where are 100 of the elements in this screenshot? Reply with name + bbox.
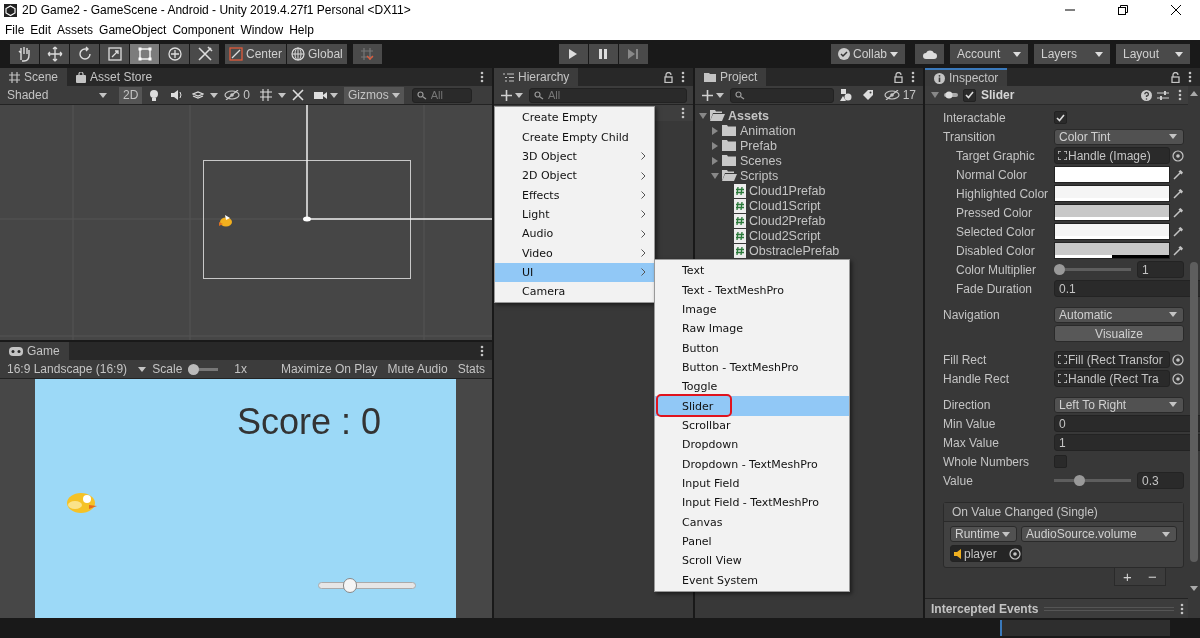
layers-dropdown[interactable]: Layers: [1034, 44, 1110, 64]
expand-arrow-icon[interactable]: [711, 156, 719, 165]
search-field[interactable]: All: [411, 87, 472, 103]
dropdown[interactable]: Color Tint: [1054, 128, 1184, 145]
menu-item[interactable]: Audio: [495, 224, 654, 244]
color-field[interactable]: [1054, 204, 1170, 221]
object-picker-icon[interactable]: [1172, 372, 1184, 385]
menu-item[interactable]: GameObject: [96, 23, 170, 37]
visualize-button[interactable]: Visualize: [1054, 325, 1184, 342]
more-icon[interactable]: [681, 71, 685, 83]
tool-button[interactable]: [70, 44, 99, 64]
number-field[interactable]: 0.1: [1054, 280, 1200, 297]
expand-arrow-icon[interactable]: [711, 141, 719, 150]
menu-item[interactable]: Light: [495, 204, 654, 225]
menu-item[interactable]: Camera: [495, 282, 654, 302]
menu-item[interactable]: Button: [655, 338, 849, 358]
lock-icon[interactable]: [664, 71, 673, 83]
menu-item[interactable]: Scrollbar: [655, 415, 849, 436]
menu-item[interactable]: Image: [655, 299, 849, 320]
menu-item[interactable]: UI: [495, 262, 654, 283]
more-icon[interactable]: [1188, 71, 1192, 83]
transform-gizmo[interactable]: [303, 105, 492, 222]
account-dropdown[interactable]: Account: [950, 44, 1028, 64]
panel-tab[interactable]: Hierarchy: [494, 68, 579, 86]
more-icon[interactable]: [480, 345, 484, 357]
number-field[interactable]: 0: [1054, 415, 1200, 432]
tool-button[interactable]: [10, 44, 39, 64]
more-icon[interactable]: [681, 107, 685, 119]
object-field[interactable]: player: [950, 545, 1022, 562]
color-picker-icon[interactable]: [1172, 168, 1184, 181]
add-button[interactable]: +: [1119, 568, 1136, 585]
menu-item[interactable]: Text - TextMeshPro: [655, 280, 849, 300]
folder-name[interactable]: Scenes: [740, 153, 782, 168]
gizmos-dropdown[interactable]: Gizmos: [344, 86, 404, 104]
menu-item[interactable]: Video: [495, 243, 654, 263]
file-name[interactable]: ObstraclePrefab: [749, 243, 840, 258]
plus-icon[interactable]: [501, 89, 512, 101]
menu-item[interactable]: Input Field: [655, 473, 849, 494]
color-picker-icon[interactable]: [1172, 244, 1184, 257]
file-name[interactable]: Cloud1Prefab: [749, 183, 826, 198]
search-field[interactable]: All: [529, 87, 687, 103]
menu-item[interactable]: Window: [237, 23, 287, 37]
menu-item[interactable]: Dropdown - TextMeshPro: [655, 454, 849, 474]
lock-icon[interactable]: [894, 71, 903, 83]
menu-item[interactable]: Assets: [54, 23, 97, 37]
number-field[interactable]: 1: [1137, 261, 1184, 278]
lock-icon[interactable]: [1171, 71, 1180, 83]
menu-item[interactable]: Text: [655, 261, 849, 281]
menu-item[interactable]: Raw Image: [655, 319, 849, 339]
menu-item[interactable]: Panel: [655, 531, 849, 552]
number-field[interactable]: 0.3: [1137, 472, 1184, 489]
dropdown[interactable]: Left To Right: [1054, 396, 1184, 413]
menu-item[interactable]: Canvas: [655, 512, 849, 532]
cloud-button[interactable]: [915, 44, 944, 64]
object-picker-icon[interactable]: [1172, 149, 1184, 162]
color-field[interactable]: [1054, 223, 1170, 240]
menu-item[interactable]: File: [2, 23, 28, 37]
menu-item[interactable]: Effects: [495, 185, 654, 205]
menu-item[interactable]: Edit: [27, 23, 55, 37]
menu-item[interactable]: Input Field - TextMeshPro: [655, 493, 849, 513]
dropdown[interactable]: Automatic: [1054, 306, 1184, 323]
more-icon[interactable]: [1178, 89, 1182, 101]
panel-tab[interactable]: Project: [695, 68, 767, 86]
object-field[interactable]: Handle (Image): [1054, 147, 1170, 164]
pivot-button[interactable]: Global: [287, 44, 347, 64]
menu-item[interactable]: Component: [169, 23, 238, 37]
menu-item[interactable]: Create Empty: [495, 108, 654, 128]
more-icon[interactable]: [911, 71, 915, 83]
restore-icon[interactable]: [1118, 5, 1128, 15]
foldout-arrow-icon[interactable]: [931, 91, 939, 99]
menu-item[interactable]: Help: [286, 23, 317, 37]
dropdown[interactable]: Runtime: [950, 526, 1017, 542]
tool-button[interactable]: [100, 44, 129, 64]
folder-name[interactable]: Scripts: [740, 168, 779, 183]
folder-name[interactable]: Prefab: [740, 138, 777, 153]
dropdown[interactable]: AudioSource.volume: [1021, 526, 1177, 542]
enabled-checkbox[interactable]: [963, 88, 976, 102]
expand-arrow-icon[interactable]: [711, 171, 719, 180]
tool-button[interactable]: [160, 44, 189, 64]
expand-arrow-icon[interactable]: [711, 126, 719, 135]
file-name[interactable]: Cloud2Prefab: [749, 213, 826, 228]
menu-item[interactable]: 2D Object: [495, 166, 654, 186]
play-control-button[interactable]: [558, 44, 588, 64]
menu-item[interactable]: Scroll View: [655, 551, 849, 571]
slider-thumb[interactable]: [188, 363, 200, 375]
folder-name[interactable]: Animation: [740, 123, 796, 138]
collab-button[interactable]: Collab: [830, 44, 905, 64]
menu-item[interactable]: Toggle: [655, 377, 849, 397]
panel-tab[interactable]: Inspector: [925, 68, 1008, 86]
expand-arrow-icon[interactable]: [699, 111, 707, 120]
object-picker-icon[interactable]: [1172, 353, 1184, 366]
tool-button[interactable]: [40, 44, 69, 64]
folder-name[interactable]: Assets: [728, 108, 769, 123]
color-picker-icon[interactable]: [1172, 206, 1184, 219]
tool-button[interactable]: [130, 44, 159, 64]
menu-item[interactable]: Button - TextMeshPro: [655, 357, 849, 378]
remove-button[interactable]: −: [1144, 568, 1161, 585]
number-field[interactable]: 1: [1054, 434, 1200, 451]
file-name[interactable]: Cloud2Script: [749, 228, 821, 243]
menu-item[interactable]: Event System: [655, 570, 849, 590]
